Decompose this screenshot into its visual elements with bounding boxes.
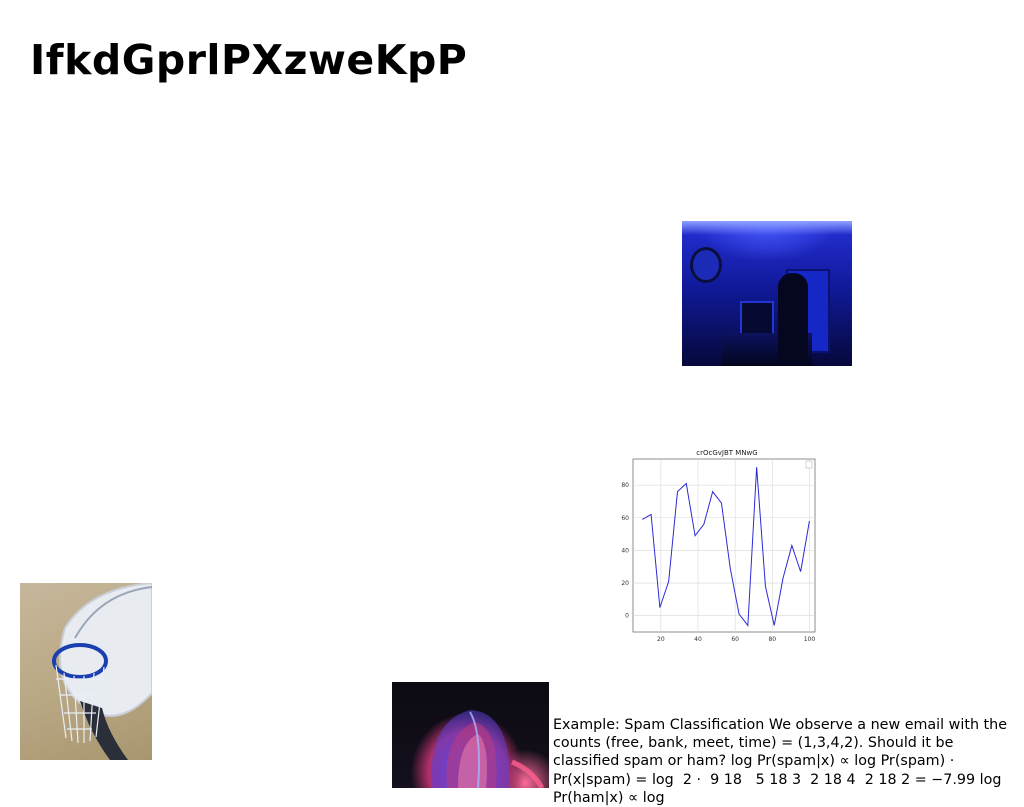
y-tick-label: 0 — [625, 613, 629, 620]
line-chart: crOcGvJBT MNwG 0 20 40 60 80 20 40 60 80 100 — [612, 443, 824, 649]
blue-room-photo — [682, 221, 852, 366]
x-tick-label: 20 — [657, 636, 665, 643]
x-tick-label: 60 — [731, 636, 739, 643]
y-tick-label: 40 — [621, 547, 629, 554]
wall-clock-icon — [690, 247, 722, 283]
x-tick-label: 40 — [694, 636, 702, 643]
abstract-swirl-photo — [392, 682, 549, 788]
y-tick-label: 80 — [621, 482, 629, 489]
x-tick-label: 80 — [768, 636, 776, 643]
person-silhouette — [778, 273, 808, 366]
y-tick-label: 60 — [621, 515, 629, 522]
page-title: IfkdGprlPXzweKpP — [30, 36, 468, 84]
y-tick-label: 20 — [621, 580, 629, 587]
legend-box — [805, 460, 813, 469]
x-tick-label: 100 — [804, 636, 816, 643]
chart-title: crOcGvJBT MNwG — [696, 449, 757, 457]
body-text: Example: Spam Classification We observe … — [553, 717, 1008, 806]
basketball-hoop-photo — [20, 583, 152, 760]
